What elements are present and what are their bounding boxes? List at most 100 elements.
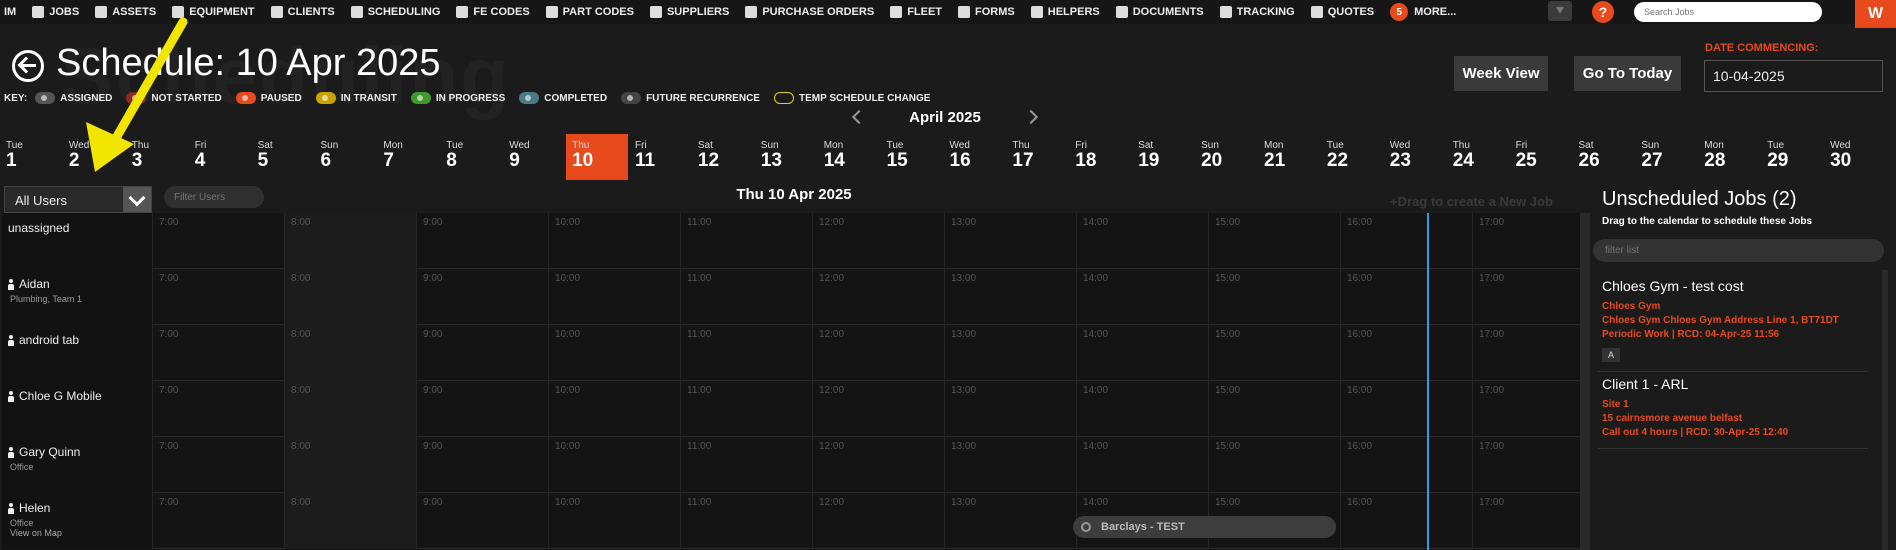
- time-slot[interactable]: 13:00: [944, 325, 1076, 381]
- day-14[interactable]: Mon 14: [818, 134, 880, 180]
- row-user-label[interactable]: unassigned: [2, 213, 152, 269]
- day-20[interactable]: Sun 20: [1195, 134, 1257, 180]
- scheduled-job[interactable]: Barclays - TEST: [1073, 516, 1336, 538]
- day-4[interactable]: Fri 4: [189, 134, 251, 180]
- row-user-label[interactable]: Aidan Plumbing, Team 1: [2, 269, 152, 325]
- time-slot[interactable]: 13:00: [944, 493, 1076, 549]
- row-user-label[interactable]: Chloe G Mobile: [2, 381, 152, 437]
- day-15[interactable]: Tue 15: [881, 134, 943, 180]
- time-slot[interactable]: 7:00: [152, 381, 284, 437]
- day-29[interactable]: Tue 29: [1761, 134, 1823, 180]
- time-slot[interactable]: 8:00: [284, 493, 416, 549]
- time-slot[interactable]: 7:00: [152, 213, 284, 269]
- day-12[interactable]: Sat 12: [692, 134, 754, 180]
- unscheduled-job-card[interactable]: Client 1 - ARL Site 1 15 cairnsmore avenue…: [1598, 370, 1868, 449]
- nav-item-equipment[interactable]: EQUIPMENT: [164, 0, 262, 24]
- filter-users-input[interactable]: [164, 186, 264, 208]
- time-slot[interactable]: 8:00: [284, 325, 416, 381]
- back-arrow-icon[interactable]: [12, 50, 44, 82]
- time-slot[interactable]: 7:00: [152, 325, 284, 381]
- nav-item-more[interactable]: 5 MORE...: [1382, 0, 1464, 24]
- nav-item-scheduling[interactable]: SCHEDULING: [343, 0, 449, 24]
- unscheduled-scrollbar[interactable]: [1882, 270, 1888, 550]
- time-slot[interactable]: 12:00: [812, 381, 944, 437]
- day-1[interactable]: Tue 1: [0, 134, 62, 180]
- time-slot[interactable]: 10:00: [548, 213, 680, 269]
- nav-item-forms[interactable]: FORMS: [950, 0, 1023, 24]
- time-slot[interactable]: 12:00: [812, 325, 944, 381]
- time-slot[interactable]: 14:00: [1076, 213, 1208, 269]
- go-to-today-button[interactable]: Go To Today: [1574, 56, 1681, 91]
- nav-item-fe-codes[interactable]: FE CODES: [448, 0, 537, 24]
- unscheduled-job-card[interactable]: Chloes Gym - test cost Chloes Gym Chloes G…: [1598, 272, 1868, 372]
- time-slot[interactable]: 16:00: [1340, 493, 1472, 549]
- day-13[interactable]: Sun 13: [755, 134, 817, 180]
- day-27[interactable]: Sun 27: [1635, 134, 1697, 180]
- nav-item-suppliers[interactable]: SUPPLIERS: [642, 0, 737, 24]
- row-user-label[interactable]: Gary Quinn Office: [2, 437, 152, 493]
- time-slot[interactable]: 9:00: [416, 269, 548, 325]
- time-slot[interactable]: 15:00: [1208, 325, 1340, 381]
- nav-item-jobs[interactable]: JOBS: [24, 0, 87, 24]
- time-slot[interactable]: 9:00: [416, 213, 548, 269]
- day-26[interactable]: Sat 26: [1573, 134, 1635, 180]
- time-slot[interactable]: 10:00: [548, 437, 680, 493]
- time-slot[interactable]: 11:00: [680, 325, 812, 381]
- time-slot[interactable]: 15:00: [1208, 213, 1340, 269]
- nav-item-helpers[interactable]: HELPERS: [1023, 0, 1108, 24]
- time-slot[interactable]: 14:00: [1076, 437, 1208, 493]
- time-slot[interactable]: 10:00: [548, 269, 680, 325]
- time-slot[interactable]: 8:00: [284, 269, 416, 325]
- day-28[interactable]: Mon 28: [1698, 134, 1760, 180]
- time-slot[interactable]: 11:00: [680, 269, 812, 325]
- day-25[interactable]: Fri 25: [1510, 134, 1572, 180]
- day-9[interactable]: Wed 9: [503, 134, 565, 180]
- view-on-map-link[interactable]: View on Map: [10, 528, 146, 538]
- time-slot[interactable]: 14:00: [1076, 325, 1208, 381]
- day-5[interactable]: Sat 5: [252, 134, 314, 180]
- prev-month-icon[interactable]: [851, 109, 867, 125]
- search-jobs-input[interactable]: [1634, 2, 1822, 22]
- day-18[interactable]: Fri 18: [1069, 134, 1131, 180]
- day-11[interactable]: Fri 11: [629, 134, 691, 180]
- time-slot[interactable]: 16:00: [1340, 437, 1472, 493]
- day-16[interactable]: Wed 16: [944, 134, 1006, 180]
- nav-item-fleet[interactable]: FLEET: [882, 0, 950, 24]
- time-slot[interactable]: 10:00: [548, 325, 680, 381]
- chevron-down-icon[interactable]: [123, 187, 151, 212]
- time-slot[interactable]: 14:00: [1076, 381, 1208, 437]
- nav-item-documents[interactable]: DOCUMENTS: [1108, 0, 1212, 24]
- time-slot[interactable]: 9:00: [416, 381, 548, 437]
- download-icon[interactable]: [1548, 1, 1572, 21]
- time-slot[interactable]: 13:00: [944, 381, 1076, 437]
- date-commencing-input[interactable]: [1704, 60, 1883, 92]
- time-slot[interactable]: 16:00: [1340, 325, 1472, 381]
- day-21[interactable]: Mon 21: [1258, 134, 1320, 180]
- day-3[interactable]: Thu 3: [126, 134, 188, 180]
- day-23[interactable]: Wed 23: [1384, 134, 1446, 180]
- day-8[interactable]: Tue 8: [440, 134, 502, 180]
- time-slot[interactable]: 11:00: [680, 437, 812, 493]
- time-slot[interactable]: 11:00: [680, 381, 812, 437]
- time-slot[interactable]: 15:00: [1208, 437, 1340, 493]
- nav-item-assets[interactable]: ASSETS: [87, 0, 164, 24]
- time-slot[interactable]: 9:00: [416, 325, 548, 381]
- time-slot[interactable]: 16:00: [1340, 213, 1472, 269]
- nav-item-quotes[interactable]: QUOTES: [1303, 0, 1382, 24]
- time-slot[interactable]: 13:00: [944, 437, 1076, 493]
- day-10[interactable]: Thu 10: [566, 134, 629, 180]
- time-slot[interactable]: 8:00: [284, 381, 416, 437]
- day-30[interactable]: Wed 30: [1824, 134, 1886, 180]
- time-slot[interactable]: 12:00: [812, 269, 944, 325]
- day-22[interactable]: Tue 22: [1321, 134, 1383, 180]
- nav-item-part-codes[interactable]: PART CODES: [538, 0, 642, 24]
- time-slot[interactable]: 7:00: [152, 269, 284, 325]
- nav-item-clients[interactable]: CLIENTS: [263, 0, 343, 24]
- day-2[interactable]: Wed 2: [63, 134, 125, 180]
- time-slot[interactable]: 15:00: [1208, 381, 1340, 437]
- time-slot[interactable]: 9:00: [416, 437, 548, 493]
- row-user-label[interactable]: Helen Office View on Map: [2, 493, 152, 549]
- time-slot[interactable]: 10:00: [548, 381, 680, 437]
- time-slot[interactable]: 10:00: [548, 493, 680, 549]
- time-slot[interactable]: 12:00: [812, 213, 944, 269]
